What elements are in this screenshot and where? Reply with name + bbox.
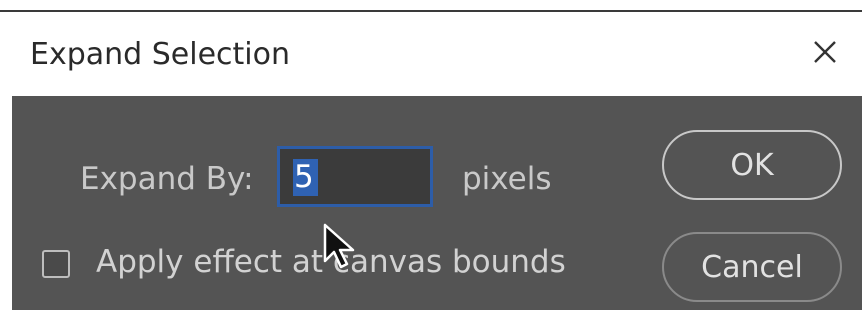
expand-by-value: 5 [294, 159, 314, 195]
expand-by-input[interactable]: 5 [277, 146, 433, 207]
dialog-body: Expand By: 5 pixels OK Cancel Apply effe… [12, 96, 862, 310]
mouse-pointer-icon [323, 223, 355, 269]
ok-button[interactable]: OK [662, 130, 842, 200]
close-icon [814, 41, 836, 63]
screen: Expand Selection Expand By: 5 pixels OK … [0, 0, 862, 322]
close-button[interactable] [805, 32, 845, 72]
cancel-button[interactable]: Cancel [662, 232, 842, 302]
dialog-titlebar: Expand Selection [0, 12, 862, 96]
bottom-edge [0, 310, 862, 322]
canvas-bounds-checkbox[interactable] [42, 250, 70, 278]
expand-by-label: Expand By: [80, 161, 254, 197]
unit-label: pixels [462, 161, 552, 197]
dialog-title: Expand Selection [30, 37, 290, 72]
